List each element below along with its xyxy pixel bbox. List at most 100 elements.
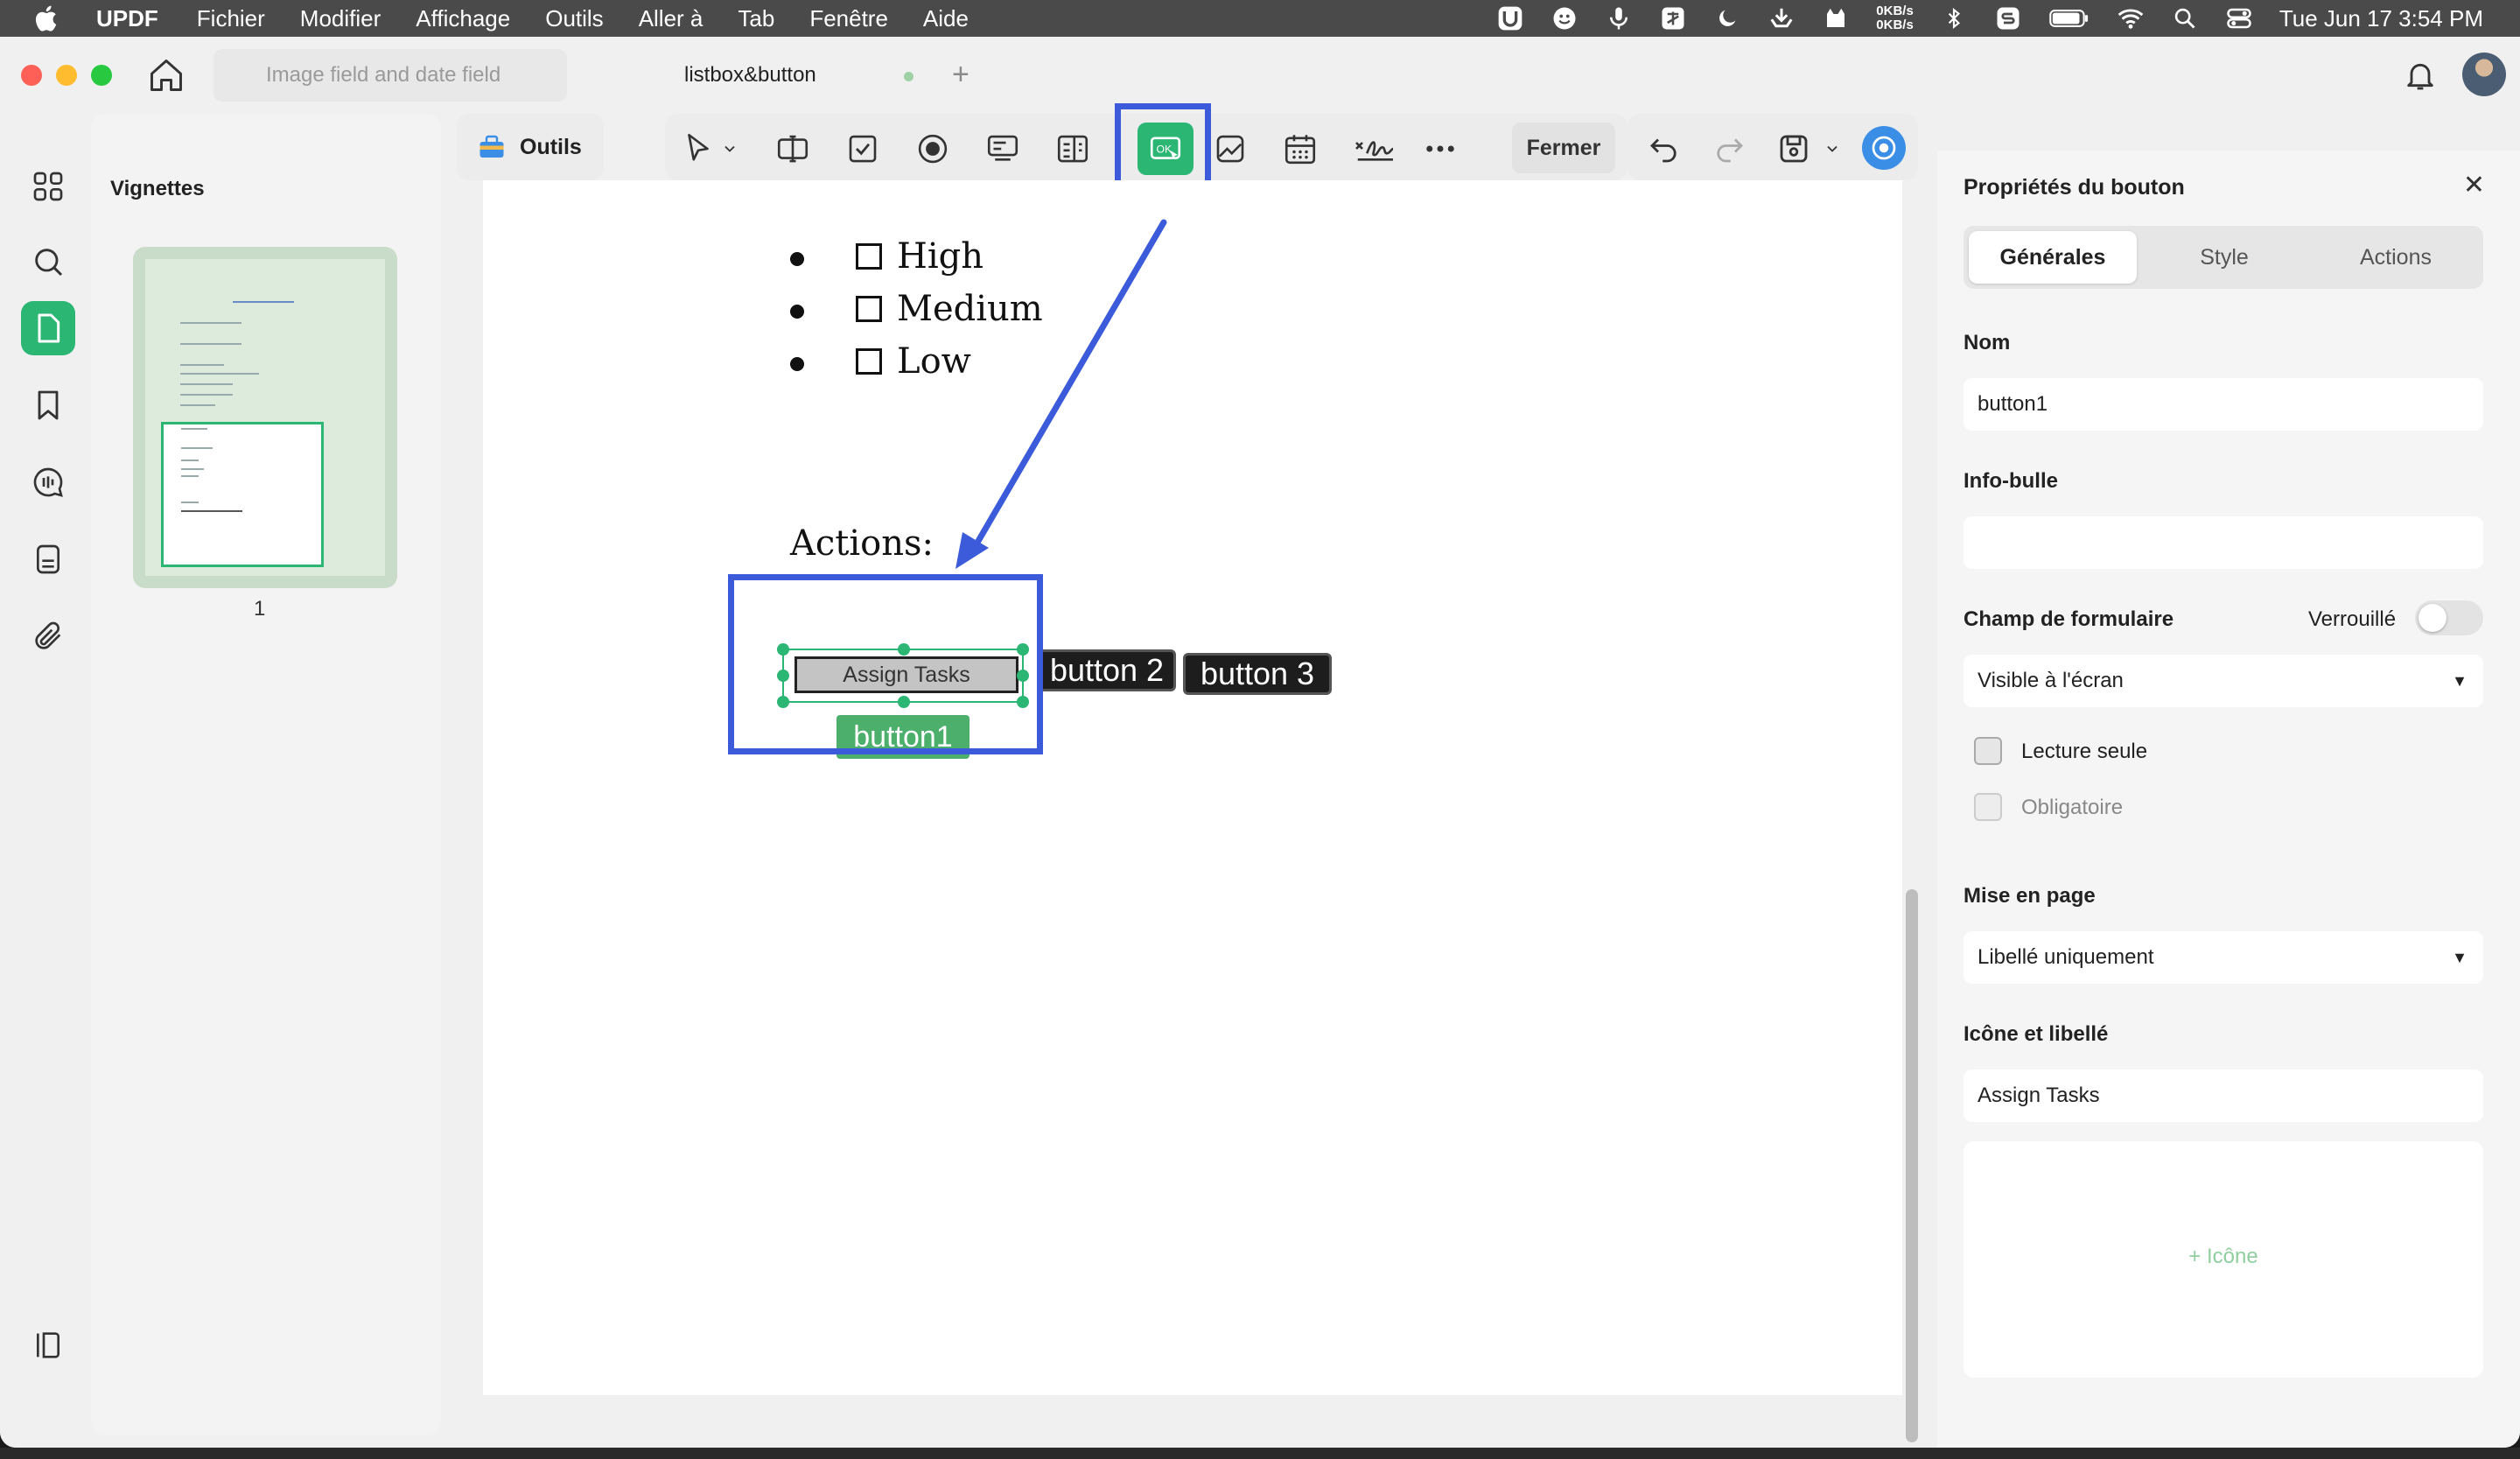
home-icon[interactable] [147, 56, 186, 95]
status-area: 0KB/s 0KB/s Tue Jun 17 3:54 PM [1496, 0, 2483, 37]
avatar[interactable] [2462, 53, 2506, 96]
toolbox-icon [480, 135, 504, 158]
rail-thumbnails-button[interactable] [21, 159, 75, 214]
select-tool-dropdown[interactable] [719, 130, 740, 168]
layout-select[interactable]: Libellé uniquement ▼ [1964, 931, 2483, 984]
battery-icon[interactable] [2048, 4, 2090, 32]
checkbox-high[interactable] [856, 243, 882, 270]
emoji-icon[interactable] [1550, 4, 1578, 32]
required-checkbox[interactable] [1974, 793, 2002, 821]
cursor-arrow-icon [688, 133, 709, 161]
tab-image-field[interactable]: Image field and date field [214, 49, 567, 102]
chevron-down-icon [724, 145, 735, 152]
rail-attachment-button[interactable] [21, 609, 75, 663]
title-bar: Image field and date field listbox&butto… [0, 37, 2520, 114]
button-label-field[interactable]: Assign Tasks [1964, 1070, 2483, 1122]
thumbnail-panel: Vignettes 1 [91, 114, 441, 1435]
menu-aide[interactable]: Aide [923, 5, 969, 32]
menu-app-name[interactable]: UPDF [96, 5, 158, 32]
ai-assistant-button[interactable] [1862, 126, 1906, 170]
text-field-icon [777, 135, 808, 163]
save-button[interactable] [1774, 130, 1813, 168]
redo-button[interactable] [1710, 130, 1748, 168]
paperclip-icon [35, 621, 61, 649]
signature-tool[interactable] [1351, 130, 1398, 168]
download-tray-icon[interactable] [1768, 4, 1796, 32]
image-field-tool[interactable] [1211, 130, 1250, 168]
radio-button-tool[interactable] [914, 130, 952, 168]
tab-style[interactable]: Style [2140, 231, 2308, 284]
checkbox-tool[interactable] [844, 130, 882, 168]
locked-toggle[interactable] [2415, 600, 2483, 635]
icon-label-heading: Icône et libellé [1964, 1022, 2109, 1046]
readonly-checkbox[interactable] [1974, 737, 2002, 765]
document-icon [38, 313, 60, 343]
wifi-icon[interactable] [2117, 4, 2145, 32]
button-properties-panel: Propriétés du bouton ✕ Générales Style A… [1937, 151, 2520, 1448]
rail-pages-button[interactable] [21, 301, 75, 355]
tools-button[interactable]: Outils [457, 114, 604, 180]
page-thumbnail[interactable] [133, 247, 397, 588]
name-field[interactable]: button1 [1964, 378, 2483, 431]
tab-listbox-button[interactable]: listbox&button [604, 49, 936, 102]
add-icon-button[interactable]: + Icône [1964, 1245, 2483, 1269]
properties-title: Propriétés du bouton [1964, 175, 2185, 200]
rail-search-button[interactable] [21, 235, 75, 289]
rail-comments-button[interactable] [21, 455, 75, 509]
date-field-tool[interactable] [1281, 130, 1320, 168]
sidebar-toggle-icon [37, 1332, 60, 1358]
checkbox-medium[interactable] [856, 296, 882, 322]
updf-status-icon[interactable] [1496, 4, 1524, 32]
clock[interactable]: Tue Jun 17 3:54 PM [2279, 5, 2483, 32]
rail-attachments-list-button[interactable] [21, 532, 75, 586]
save-icon [1780, 135, 1808, 163]
vertical-scrollbar[interactable] [1906, 889, 1918, 1442]
cat-icon[interactable] [1822, 4, 1850, 32]
combo-box-tool[interactable] [984, 130, 1022, 168]
more-dots-icon [1426, 145, 1454, 152]
tooltip-field[interactable] [1964, 516, 2483, 569]
undo-button[interactable] [1645, 130, 1684, 168]
new-tab-button[interactable]: + [952, 58, 970, 92]
text-field-tool[interactable] [774, 130, 812, 168]
visibility-select[interactable]: Visible à l'écran ▼ [1964, 655, 2483, 707]
close-window-button[interactable] [21, 65, 42, 86]
button-3[interactable]: button 3 [1183, 653, 1332, 695]
chevron-down-icon [1827, 145, 1838, 152]
bell-icon[interactable] [2403, 58, 2438, 93]
bullet [790, 305, 804, 319]
moon-icon[interactable] [1713, 4, 1741, 32]
input-method-icon[interactable] [1659, 4, 1687, 32]
minimize-window-button[interactable] [56, 65, 77, 86]
button-2[interactable]: button 2 [1038, 649, 1176, 691]
microphone-icon[interactable] [1605, 4, 1633, 32]
save-options-dropdown[interactable] [1822, 130, 1843, 168]
menu-fichier[interactable]: Fichier [197, 5, 265, 32]
checkbox-low[interactable] [856, 348, 882, 375]
apple-icon[interactable] [32, 3, 63, 34]
rail-bookmarks-button[interactable] [21, 378, 75, 432]
icon-drop-area[interactable]: + Icône [1964, 1141, 2483, 1378]
list-box-tool[interactable] [1054, 130, 1092, 168]
app-window: Image field and date field listbox&butto… [0, 37, 2520, 1448]
menu-affichage[interactable]: Affichage [416, 5, 510, 32]
tab-actions[interactable]: Actions [2312, 231, 2480, 284]
select-tool[interactable] [679, 130, 718, 168]
history-toolbar [1628, 114, 1918, 180]
rail-sidebar-toggle-button[interactable] [21, 1318, 75, 1372]
menu-aller-a[interactable]: Aller à [639, 5, 704, 32]
zoom-window-button[interactable] [91, 65, 112, 86]
menu-modifier[interactable]: Modifier [300, 5, 381, 32]
tab-general[interactable]: Générales [1969, 231, 2137, 284]
control-center-icon[interactable] [2225, 4, 2253, 32]
bluetooth-icon[interactable] [1940, 4, 1968, 32]
shortcut-icon[interactable] [1994, 4, 2022, 32]
menu-outils[interactable]: Outils [545, 5, 603, 32]
thumbnail-page-preview [145, 259, 385, 576]
more-tools-button[interactable] [1421, 130, 1460, 168]
menu-fenetre[interactable]: Fenêtre [809, 5, 888, 32]
spotlight-search-icon[interactable] [2171, 4, 2199, 32]
close-form-mode-button[interactable]: Fermer [1512, 123, 1615, 173]
menu-tab[interactable]: Tab [738, 5, 774, 32]
close-icon[interactable]: ✕ [2463, 170, 2485, 200]
